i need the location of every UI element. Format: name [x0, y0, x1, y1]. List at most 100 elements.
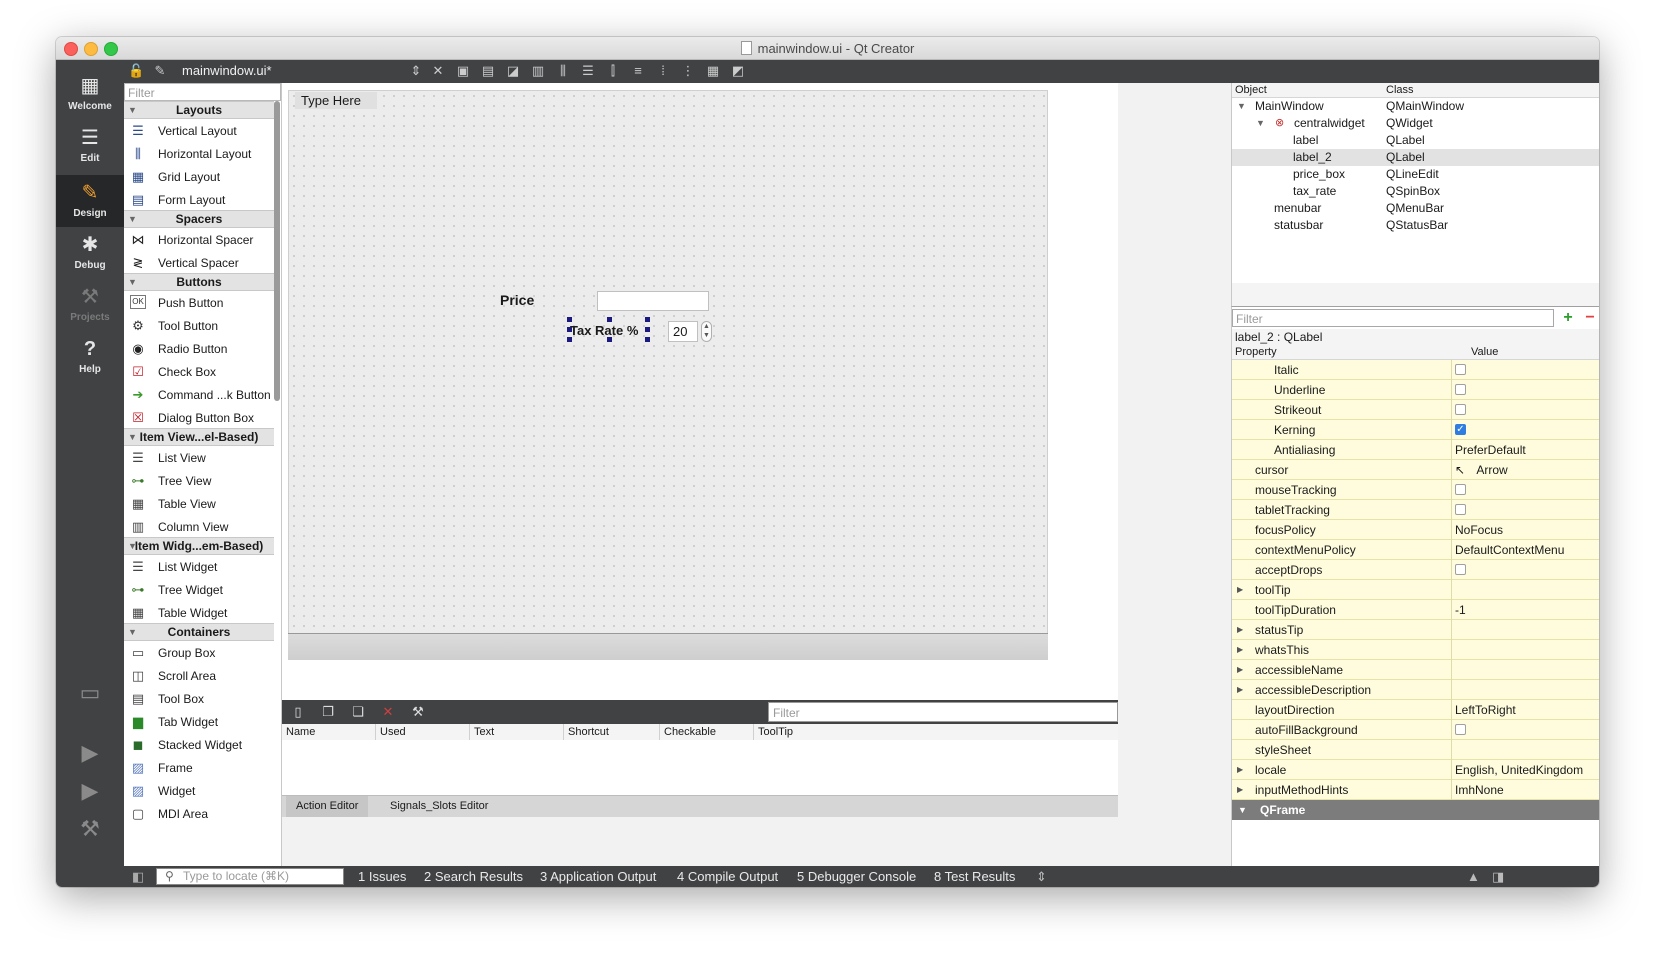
pane-application-output[interactable]: 3 Application Output	[540, 868, 656, 885]
layout-v-splitter-icon[interactable]: ≡	[630, 63, 646, 79]
property-value[interactable]: ↖ Arrow	[1455, 460, 1508, 480]
widget-item[interactable]: ➔ Command ...k Button	[124, 384, 274, 406]
property-row[interactable]: ▶ accessibleDescription	[1232, 680, 1599, 700]
property-value[interactable]: LeftToRight	[1455, 700, 1516, 720]
selection-handle[interactable]	[607, 337, 612, 342]
property-row[interactable]: contextMenuPolicy DefaultContextMenu	[1232, 540, 1599, 560]
expand-arrow-icon[interactable]: ▶	[1237, 680, 1243, 700]
edit-widgets-icon[interactable]: ▣	[455, 63, 471, 79]
property-checkbox[interactable]	[1455, 384, 1466, 395]
expand-arrow-icon[interactable]: ▶	[1237, 660, 1243, 680]
more-panes-icon[interactable]: ⇕	[1036, 868, 1047, 885]
menu-type-here[interactable]: Type Here	[295, 92, 377, 109]
configure-icon[interactable]: ⚒	[410, 704, 426, 720]
tax-rate-spinbox[interactable]: 20	[668, 321, 698, 342]
widget-item[interactable]: ☒ Dialog Button Box	[124, 407, 274, 429]
layout-h-splitter-icon[interactable]: ⫿	[605, 63, 621, 79]
maximize-output-icon[interactable]: ▲	[1467, 868, 1480, 885]
property-checkbox[interactable]	[1455, 364, 1466, 375]
widget-item[interactable]: ☑ Check Box	[124, 361, 274, 383]
toggle-right-sidebar-icon[interactable]: ◨	[1492, 868, 1504, 885]
monitor-icon[interactable]: ▭	[56, 680, 124, 706]
property-row[interactable]: tabletTracking	[1232, 500, 1599, 520]
run-icon[interactable]: ▶	[56, 740, 124, 766]
property-row[interactable]: ▶ whatsThis	[1232, 640, 1599, 660]
property-row[interactable]: Italic	[1232, 360, 1599, 380]
category-layouts[interactable]: ▼ Layouts	[124, 101, 274, 119]
build-hammer-icon[interactable]: ⚒	[56, 816, 124, 842]
value-column-header[interactable]: Value	[1471, 345, 1498, 359]
expand-arrow-icon[interactable]: ▼	[1237, 98, 1246, 115]
category-item-views[interactable]: ▼ Item View...el-Based)	[124, 428, 274, 446]
mode-projects[interactable]: ⚒ Projects	[56, 279, 124, 331]
tree-row[interactable]: tax_rate QSpinBox	[1232, 183, 1599, 200]
tab-action-editor[interactable]: Action Editor	[286, 796, 369, 817]
property-checkbox[interactable]	[1455, 724, 1466, 735]
property-row[interactable]: Strikeout	[1232, 400, 1599, 420]
property-value[interactable]: English, UnitedKingdom	[1455, 760, 1583, 780]
layout-vertical-icon[interactable]: ☰	[580, 63, 596, 79]
configure-wrench-icon[interactable]	[1578, 309, 1596, 327]
property-row[interactable]: layoutDirection LeftToRight	[1232, 700, 1599, 720]
category-spacers[interactable]: ▼ Spacers	[124, 210, 274, 228]
widget-item[interactable]: ▤ Form Layout	[124, 189, 274, 211]
expand-arrow-icon[interactable]: ▼	[1256, 115, 1265, 132]
pane-issues[interactable]: 1 Issues	[358, 868, 406, 885]
form-canvas[interactable]	[288, 90, 1048, 660]
close-document-icon[interactable]: ✕	[430, 63, 446, 79]
widget-item[interactable]: ⚙ Tool Button	[124, 315, 274, 337]
widget-item[interactable]: ▢ MDI Area	[124, 803, 274, 825]
category-item-widgets[interactable]: ▼ Item Widg...em-Based)	[124, 537, 274, 555]
property-checkbox[interactable]	[1455, 504, 1466, 515]
widget-item[interactable]: ▨ Frame	[124, 757, 274, 779]
add-property-icon[interactable]: +	[1559, 309, 1577, 327]
widget-item[interactable]: ⋈ Horizontal Spacer	[124, 229, 274, 251]
widget-item[interactable]: ▦ Table View	[124, 493, 274, 515]
action-table-body[interactable]	[282, 740, 1118, 795]
edit-signals-icon[interactable]: ▤	[480, 63, 496, 79]
file-switcher-icon[interactable]: ⇕	[408, 63, 424, 79]
expand-arrow-icon[interactable]: ▶	[1237, 580, 1243, 600]
property-value[interactable]: PreferDefault	[1455, 440, 1526, 460]
property-value[interactable]: ImhNone	[1455, 780, 1504, 800]
pane-debugger-console[interactable]: 5 Debugger Console	[797, 868, 916, 885]
tree-row-selected[interactable]: label_2 QLabel	[1232, 149, 1599, 166]
property-row[interactable]: ▶ inputMethodHints ImhNone	[1232, 780, 1599, 800]
mode-help[interactable]: ? Help	[56, 331, 124, 383]
collapse-arrow-icon[interactable]: ▼	[1238, 800, 1247, 820]
property-filter-input[interactable]: Filter	[1232, 309, 1554, 327]
widget-item[interactable]: ◉ Radio Button	[124, 338, 274, 360]
tree-row[interactable]: menubar QMenuBar	[1232, 200, 1599, 217]
property-checkbox[interactable]	[1455, 564, 1466, 575]
widget-item[interactable]: ▦ Grid Layout	[124, 166, 274, 188]
category-containers[interactable]: ▼ Containers	[124, 623, 274, 641]
widget-item[interactable]: ⫼ Horizontal Layout	[124, 143, 274, 165]
property-row[interactable]: ▶ accessibleName	[1232, 660, 1599, 680]
tree-row[interactable]: statusbar QStatusBar	[1232, 217, 1599, 234]
property-value[interactable]: -1	[1455, 600, 1466, 620]
expand-arrow-icon[interactable]: ▶	[1237, 780, 1243, 800]
locate-input[interactable]: ⚲ Type to locate (⌘K)	[156, 868, 344, 885]
selection-handle[interactable]	[645, 327, 650, 332]
widget-item[interactable]: ▆ Tab Widget	[124, 711, 274, 733]
column-header[interactable]: Shortcut	[564, 724, 660, 740]
property-row[interactable]: acceptDrops	[1232, 560, 1599, 580]
paste-action-icon[interactable]: ❏	[350, 704, 366, 720]
widget-item[interactable]: ▭ Group Box	[124, 642, 274, 664]
tree-row[interactable]: ▼ ⊗ centralwidget QWidget	[1232, 115, 1599, 132]
debug-run-icon[interactable]: ▶	[56, 778, 124, 804]
pane-search-results[interactable]: 2 Search Results	[424, 868, 523, 885]
property-checkbox[interactable]	[1455, 484, 1466, 495]
selection-handle[interactable]	[567, 327, 572, 332]
tree-row[interactable]: price_box QLineEdit	[1232, 166, 1599, 183]
selection-handle[interactable]	[567, 317, 572, 322]
widget-item[interactable]: ☰ List View	[124, 447, 274, 469]
selection-handle[interactable]	[645, 317, 650, 322]
layout-grid-icon[interactable]: ⋮	[680, 63, 696, 79]
copy-action-icon[interactable]: ❐	[320, 704, 336, 720]
tree-row[interactable]: label QLabel	[1232, 132, 1599, 149]
selection-handle[interactable]	[607, 317, 612, 322]
open-file-name[interactable]: mainwindow.ui*	[182, 63, 272, 78]
tax-rate-label[interactable]: Tax Rate %	[570, 323, 638, 338]
property-row[interactable]: ▶ toolTip	[1232, 580, 1599, 600]
